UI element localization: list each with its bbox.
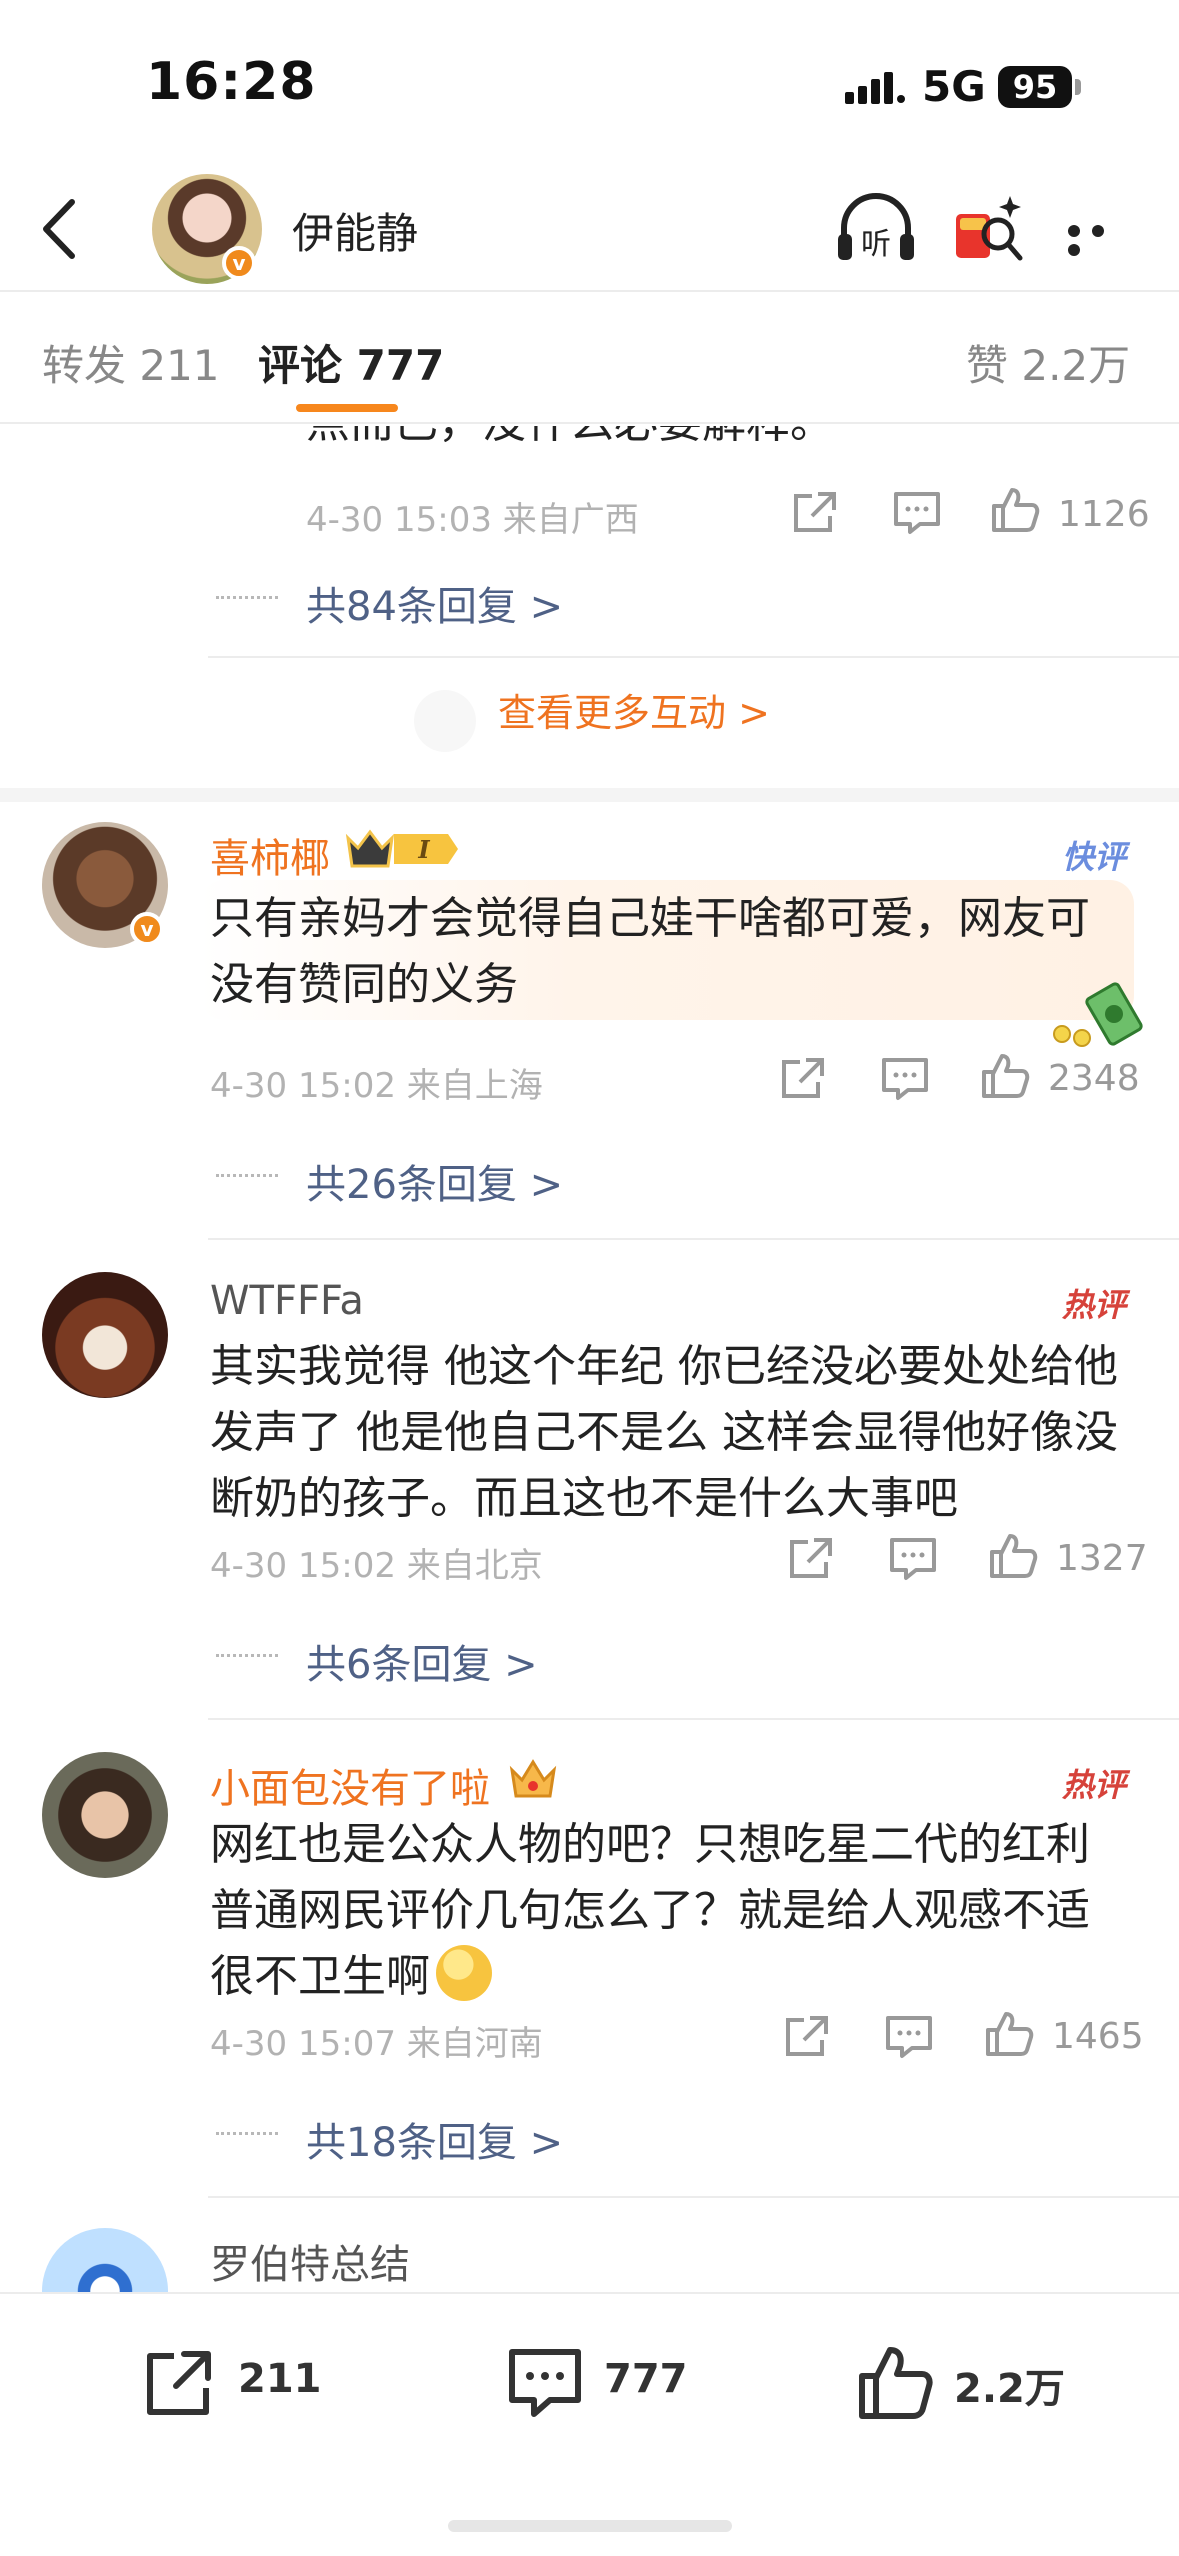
commenter-name[interactable]: 小面包没有了啦	[210, 1756, 490, 1814]
view-replies-link[interactable]: 共26条回复 >	[306, 1152, 563, 1210]
view-replies-link[interactable]: 共84条回复 >	[306, 574, 563, 632]
comment-list[interactable]: 点而已，没什么必要解释。 4-30 15:03 来自广西 1126 共84条回复…	[0, 426, 1179, 2292]
like-count: 1327	[1056, 1538, 1148, 1579]
commenter-name[interactable]: 喜柿椰	[210, 826, 330, 884]
section-divider	[0, 788, 1179, 802]
hot-comment-tag: 热评	[1062, 1766, 1127, 1804]
comment-icon[interactable]	[506, 2344, 584, 2422]
share-icon[interactable]	[778, 1056, 828, 1102]
view-replies-link[interactable]: 共18条回复 >	[306, 2110, 563, 2168]
commenter-avatar[interactable]	[42, 1752, 168, 1878]
comment-meta: 4-30 15:03 来自广西	[306, 500, 639, 540]
dotted-line	[216, 2132, 278, 2135]
comment-text: 网红也是公众人物的吧？只想吃星二代的红利 普通网民评价几句怎么了？就是给人观感不…	[210, 1812, 1140, 2010]
view-more-interactions-link[interactable]: 查看更多互动 >	[498, 682, 770, 737]
comment-line: 发声了 他是他自己不是么 这样会显得他好像没	[210, 1407, 1118, 1458]
comment-count[interactable]: 777	[604, 2356, 688, 2402]
back-arrow-icon[interactable]	[30, 194, 90, 264]
signal-icon	[845, 72, 905, 104]
top-nav-bar: v 伊能静 听	[0, 170, 1179, 292]
divider	[208, 2196, 1179, 2198]
comment-line: 断奶的孩子。而且这也不是什么大事吧	[210, 1473, 958, 1524]
dotted-line	[216, 1654, 278, 1657]
comment-text-tail: 点而已，没什么必要解释。	[306, 426, 1179, 456]
dotted-line	[216, 1174, 278, 1177]
comment-text: 其实我觉得 他这个年纪 你已经没必要处处给他 发声了 他是他自己不是么 这样会显…	[210, 1334, 1140, 1532]
comment-meta: 4-30 15:07 来自河南	[210, 2024, 543, 2064]
money-sticker-icon	[1053, 982, 1143, 1047]
red-packet-search-icon[interactable]	[950, 186, 1026, 268]
commenter-name[interactable]: WTFFFa	[210, 1278, 364, 1324]
bottom-action-bar: 211 777 2.2万	[0, 2292, 1179, 2556]
comment-line: 其实我觉得 他这个年纪 你已经没必要处处给他	[210, 1341, 1118, 1392]
divider	[208, 1718, 1179, 1720]
repost-icon[interactable]	[140, 2344, 218, 2422]
more-options-icon[interactable]	[1068, 222, 1132, 256]
share-icon[interactable]	[782, 2014, 832, 2060]
comment-meta: 4-30 15:02 来自北京	[210, 1546, 543, 1586]
commenter-avatar[interactable]	[42, 1272, 168, 1398]
like-count: 1465	[1052, 2016, 1144, 2057]
comment-line: 网红也是公众人物的吧？只想吃星二代的红利	[210, 1819, 1090, 1870]
dotted-line	[216, 596, 278, 599]
status-time: 16:28	[146, 52, 317, 112]
comment-line-text: 很不卫生啊	[210, 1951, 430, 2002]
tab-reposts[interactable]: 转发 211	[42, 332, 220, 393]
like-count: 1126	[1058, 494, 1150, 535]
svg-text:听: 听	[861, 227, 891, 262]
comment-text: 只有亲妈才会觉得自己娃干啥都可爱，网友可 没有赞同的义务	[210, 886, 1140, 1018]
divider	[208, 656, 1179, 658]
thinking-emoji-icon	[436, 1945, 492, 2001]
member-badge-icon: I	[345, 829, 458, 868]
share-icon[interactable]	[786, 1536, 836, 1582]
listen-headphones-icon[interactable]: 听	[834, 188, 918, 268]
comment-meta: 4-30 15:02 来自上海	[210, 1066, 543, 1106]
repost-count[interactable]: 211	[238, 2356, 322, 2402]
comment-line: 只有亲妈才会觉得自己娃干啥都可爱，网友可	[210, 893, 1090, 944]
tab-comments[interactable]: 评论 777	[258, 332, 444, 393]
comment-icon[interactable]	[880, 1056, 930, 1102]
comment-icon[interactable]	[884, 2014, 934, 2060]
battery-tip	[1075, 79, 1081, 95]
verified-badge-icon: v	[130, 912, 164, 946]
interaction-avatar-placeholder	[414, 690, 476, 752]
comment-line: 普通网民评价几句怎么了？就是给人观感不适	[210, 1885, 1090, 1936]
like-icon[interactable]	[980, 1052, 1030, 1098]
home-indicator	[448, 2520, 732, 2532]
view-replies-link[interactable]: 共6条回复 >	[306, 1632, 538, 1690]
comment-line: 很不卫生啊	[210, 1944, 1140, 2010]
like-count: 2348	[1048, 1058, 1140, 1099]
divider	[208, 1238, 1179, 1240]
svg-text:I: I	[417, 835, 430, 864]
active-tab-indicator	[296, 404, 398, 412]
comment-icon[interactable]	[892, 490, 942, 536]
like-icon[interactable]	[990, 486, 1040, 532]
quick-comment-tag: 快评	[1062, 838, 1127, 876]
tab-likes[interactable]: 赞 2.2万	[966, 332, 1130, 393]
commenter-name[interactable]: 罗伯特总结	[210, 2232, 410, 2290]
comment-line: 没有赞同的义务	[210, 959, 518, 1010]
status-bar: 16:28 5G 95	[0, 0, 1179, 170]
network-label: 5G	[922, 62, 986, 111]
author-name[interactable]: 伊能静	[292, 200, 418, 261]
like-icon[interactable]	[856, 2344, 934, 2422]
share-icon[interactable]	[790, 490, 840, 536]
verified-badge-icon: v	[222, 246, 256, 280]
battery-icon: 95	[998, 66, 1072, 108]
tab-bar: 转发 211 评论 777 赞 2.2万	[0, 292, 1179, 424]
comment-icon[interactable]	[888, 1536, 938, 1582]
like-icon[interactable]	[984, 2010, 1034, 2056]
crown-badge-icon	[509, 1759, 557, 1798]
like-icon[interactable]	[988, 1532, 1038, 1578]
hot-comment-tag: 热评	[1062, 1286, 1127, 1324]
commenter-avatar[interactable]	[42, 2228, 168, 2292]
like-count[interactable]: 2.2万	[954, 2356, 1065, 2414]
